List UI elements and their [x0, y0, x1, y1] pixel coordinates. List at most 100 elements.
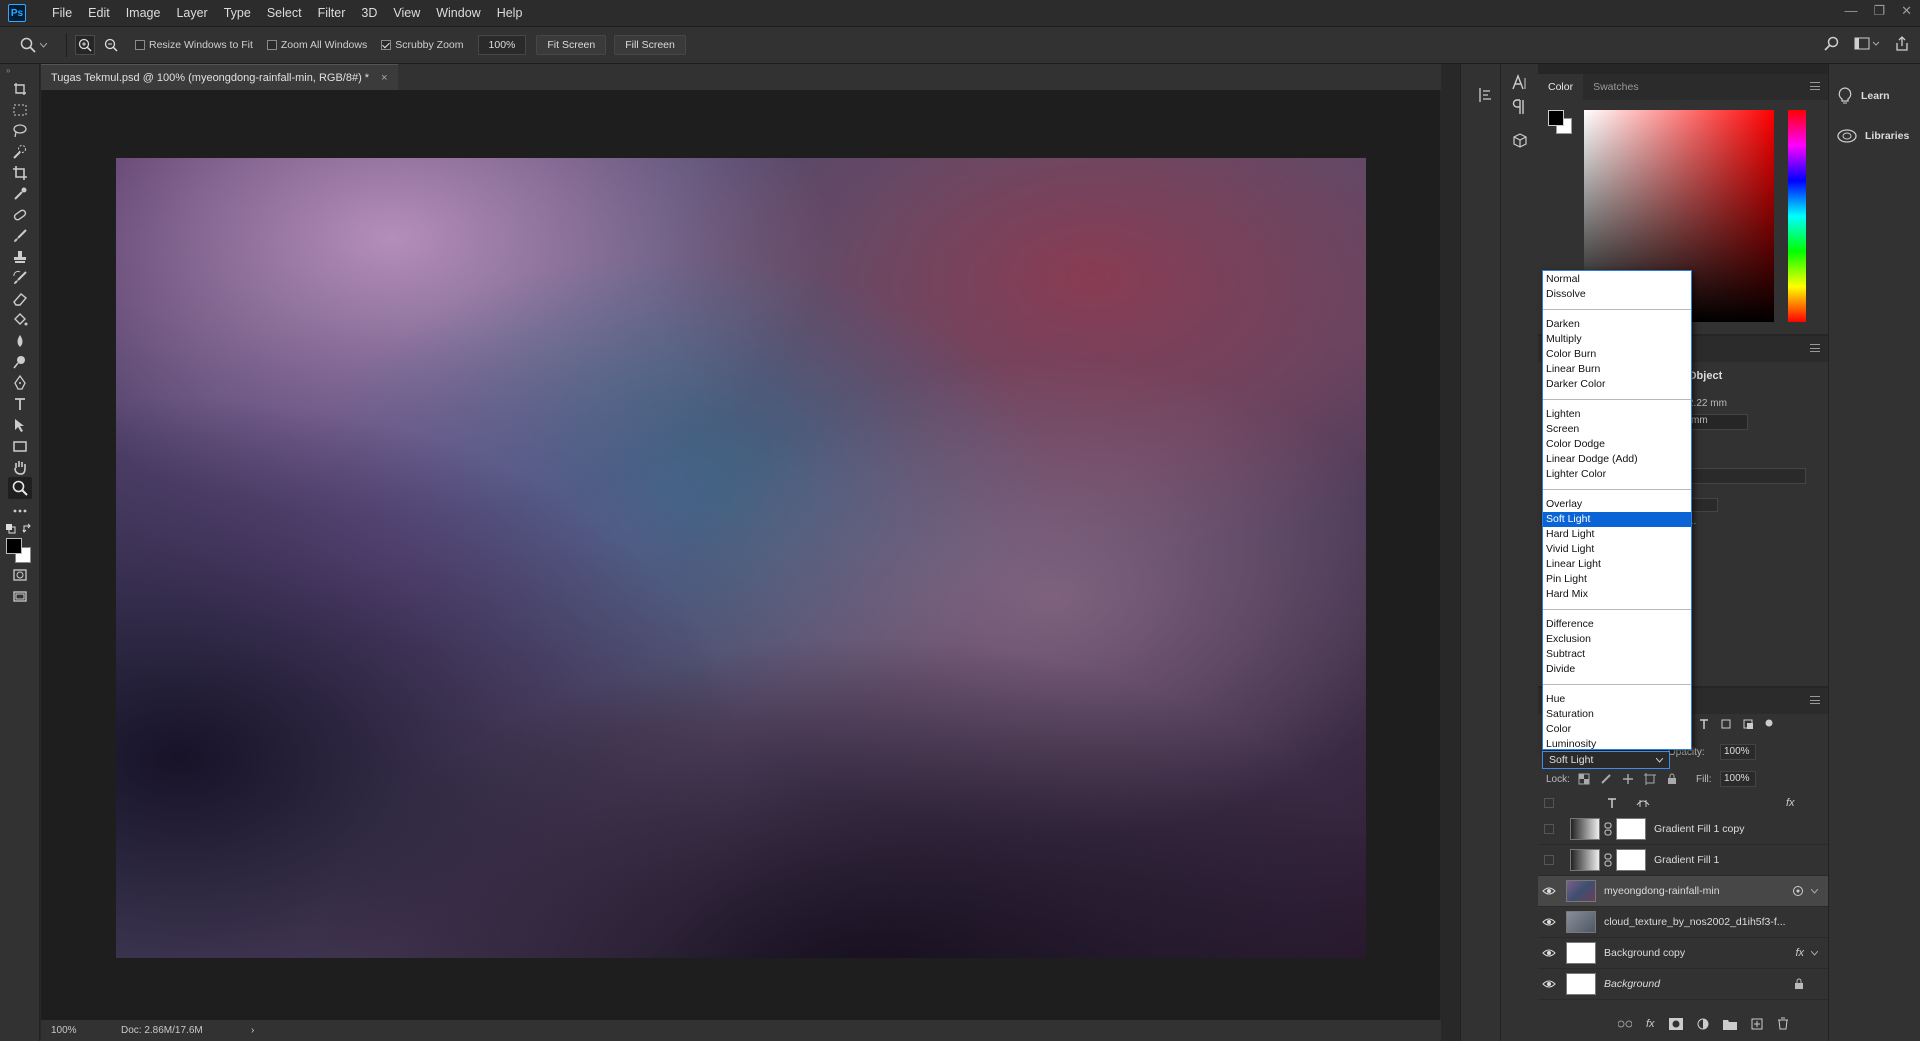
- link-icon[interactable]: [1604, 822, 1612, 836]
- new-group-icon[interactable]: [1722, 1018, 1737, 1030]
- libraries-panel-button[interactable]: Libraries: [1829, 116, 1920, 156]
- properties-height-field[interactable]: mm: [1688, 414, 1748, 430]
- blend-mode-option[interactable]: Color: [1543, 722, 1691, 737]
- eye-icon[interactable]: [1538, 938, 1560, 969]
- blend-mode-option[interactable]: Lighten: [1543, 407, 1691, 422]
- layer-mask-thumbnail[interactable]: [1616, 818, 1646, 840]
- blend-mode-option[interactable]: Hard Light: [1543, 527, 1691, 542]
- eye-icon[interactable]: [1538, 969, 1560, 1000]
- menu-image[interactable]: Image: [118, 6, 169, 20]
- canvas-image[interactable]: [116, 158, 1366, 958]
- fill-field[interactable]: 100%: [1720, 771, 1756, 787]
- menu-help[interactable]: Help: [489, 6, 531, 20]
- canvas-area[interactable]: [41, 90, 1441, 1020]
- blend-mode-option[interactable]: Hue: [1543, 692, 1691, 707]
- minimize-icon[interactable]: —: [1844, 3, 1857, 19]
- artboard-tool-icon[interactable]: [8, 78, 32, 100]
- zoom-all-windows-checkbox[interactable]: Zoom All Windows: [266, 39, 367, 51]
- workspace-switcher-icon[interactable]: [1854, 36, 1880, 52]
- blend-mode-dropdown-list[interactable]: Normal Dissolve Darken Multiply Color Burn Li…: [1542, 270, 1692, 750]
- blend-mode-option[interactable]: Color Dodge: [1543, 437, 1691, 452]
- properties-field-a[interactable]: [1688, 498, 1718, 512]
- blend-mode-option[interactable]: Multiply: [1543, 332, 1691, 347]
- status-zoom[interactable]: 100%: [51, 1025, 121, 1036]
- delete-layer-icon[interactable]: [1777, 1017, 1789, 1030]
- blend-mode-option[interactable]: Normal: [1543, 272, 1691, 287]
- tab-color[interactable]: Color: [1538, 74, 1584, 100]
- menu-3d[interactable]: 3D: [353, 6, 385, 20]
- layer-fx-label[interactable]: fx: [1795, 947, 1804, 959]
- zoom-tool-preset[interactable]: [0, 37, 58, 53]
- more-tools-icon[interactable]: [8, 500, 32, 522]
- canvas-scrollbar[interactable]: [1440, 90, 1460, 1020]
- blend-mode-option[interactable]: Overlay: [1543, 497, 1691, 512]
- layer-name[interactable]: Gradient Fill 1 copy: [1654, 823, 1744, 835]
- zoom-out-button[interactable]: [101, 35, 121, 55]
- search-icon[interactable]: [1824, 36, 1840, 52]
- document-tab[interactable]: Tugas Tekmul.psd @ 100% (myeongdong-rain…: [41, 64, 398, 90]
- quick-mask-icon[interactable]: [8, 564, 32, 586]
- layer-visibility-toggle[interactable]: [1544, 824, 1554, 834]
- opacity-field[interactable]: 100%: [1720, 744, 1756, 760]
- menu-edit[interactable]: Edit: [80, 6, 118, 20]
- blend-mode-option[interactable]: Darken: [1543, 317, 1691, 332]
- menu-filter[interactable]: Filter: [310, 6, 354, 20]
- blend-mode-option[interactable]: Exclusion: [1543, 632, 1691, 647]
- learn-panel-button[interactable]: Learn: [1829, 76, 1920, 116]
- swap-colors-icon[interactable]: [22, 523, 33, 534]
- chevron-down-icon[interactable]: [1811, 950, 1818, 956]
- foreground-color-swatch[interactable]: [6, 538, 22, 554]
- zoom-in-button[interactable]: [75, 35, 95, 55]
- brush-tool-icon[interactable]: [8, 225, 32, 247]
- history-panel-icon[interactable]: [1477, 86, 1495, 104]
- scrubby-zoom-checkbox[interactable]: Scrubby Zoom: [381, 39, 464, 51]
- filter-shape-icon[interactable]: [1720, 718, 1732, 730]
- lock-all-icon[interactable]: [1666, 773, 1678, 785]
- dodge-tool-icon[interactable]: [8, 351, 32, 373]
- marquee-tool-icon[interactable]: [8, 99, 32, 121]
- layer-name[interactable]: Gradient Fill 1: [1654, 854, 1719, 866]
- lock-image-icon[interactable]: [1600, 773, 1612, 785]
- tab-swatches[interactable]: Swatches: [1583, 74, 1649, 100]
- zoom-value-field[interactable]: 100%: [477, 35, 527, 55]
- menu-window[interactable]: Window: [428, 6, 488, 20]
- layer-name[interactable]: cloud_texture_by_nos2002_d1ih5f3-f...: [1604, 916, 1786, 928]
- menu-type[interactable]: Type: [216, 6, 259, 20]
- layer-row-effects-header[interactable]: fx: [1538, 792, 1828, 814]
- default-colors-icon[interactable]: [6, 524, 18, 534]
- restore-icon[interactable]: ❐: [1873, 3, 1885, 19]
- menu-view[interactable]: View: [385, 6, 428, 20]
- blend-mode-option[interactable]: Screen: [1543, 422, 1691, 437]
- blend-mode-option[interactable]: Lighter Color: [1543, 467, 1691, 482]
- layer-row-background-copy[interactable]: Background copy fx: [1538, 938, 1828, 969]
- blend-mode-option[interactable]: Divide: [1543, 662, 1691, 677]
- paragraph-panel-icon[interactable]: [1511, 98, 1529, 116]
- 3d-panel-icon[interactable]: [1511, 132, 1529, 150]
- blend-mode-option[interactable]: Vivid Light: [1543, 542, 1691, 557]
- color-swatches[interactable]: [6, 538, 34, 566]
- resize-windows-checkbox[interactable]: Resize Windows to Fit: [135, 39, 253, 51]
- blend-mode-option[interactable]: Difference: [1543, 617, 1691, 632]
- filter-toggle-icon[interactable]: [1764, 718, 1774, 728]
- blend-mode-option[interactable]: Subtract: [1543, 647, 1691, 662]
- blend-mode-option[interactable]: Darker Color: [1543, 377, 1691, 392]
- status-arrow-icon[interactable]: ›: [251, 1025, 254, 1036]
- add-layer-style-icon[interactable]: fx: [1646, 1018, 1655, 1030]
- hue-slider[interactable]: [1788, 110, 1806, 322]
- healing-brush-tool-icon[interactable]: [8, 204, 32, 226]
- blend-mode-option[interactable]: Hard Mix: [1543, 587, 1691, 602]
- blend-mode-option[interactable]: Linear Dodge (Add): [1543, 452, 1691, 467]
- screen-mode-icon[interactable]: [8, 586, 32, 608]
- blend-mode-select[interactable]: Soft Light: [1542, 751, 1670, 769]
- layer-mask-thumbnail[interactable]: [1616, 849, 1646, 871]
- blend-mode-option[interactable]: Color Burn: [1543, 347, 1691, 362]
- link-icon[interactable]: [1604, 853, 1612, 867]
- adjustment-layer-icon[interactable]: [1697, 1018, 1709, 1030]
- layer-row-gradient-fill-1[interactable]: Gradient Fill 1: [1538, 845, 1828, 876]
- filter-type-icon[interactable]: [1698, 718, 1710, 730]
- eyedropper-tool-icon[interactable]: [8, 183, 32, 205]
- properties-select[interactable]: [1688, 468, 1806, 484]
- layer-name[interactable]: Background copy: [1604, 947, 1685, 959]
- clone-stamp-tool-icon[interactable]: [8, 246, 32, 268]
- layer-row-cloud-texture[interactable]: cloud_texture_by_nos2002_d1ih5f3-f...: [1538, 907, 1828, 938]
